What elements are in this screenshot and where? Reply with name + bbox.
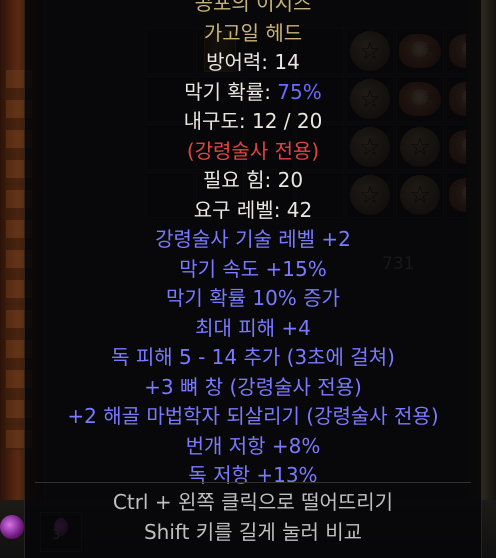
mana-orb-icon xyxy=(0,515,24,539)
block-chance-label: 막기 확률: xyxy=(184,79,271,104)
item-mod: +2 해골 마법학자 되살리기 (강령술사 전용) xyxy=(67,404,439,428)
drop-hint: Ctrl + 왼쪽 클릭으로 떨어뜨리기 xyxy=(112,490,394,514)
required-level: 요구 레벨: 42 xyxy=(193,197,313,222)
block-chance-line: 막기 확률: 75% xyxy=(25,78,481,108)
item-mod: +3 뼈 창 (강령술사 전용) xyxy=(144,374,362,399)
tooltip-hints: Ctrl + 왼쪽 클릭으로 떨어뜨리기 Shift 키를 길게 눌러 비교 xyxy=(25,488,481,547)
item-mod: 독 저항 +13% xyxy=(188,463,318,487)
defense-label: 방어력: xyxy=(206,50,269,74)
item-mod: 강령술사 기술 레벨 +2 xyxy=(155,227,351,251)
defense-line: 방어력: 14 xyxy=(25,48,481,78)
item-mod: 번개 저항 +8% xyxy=(185,433,321,458)
item-mod: 막기 확률 10% 증가 xyxy=(166,286,340,310)
required-strength: 필요 힘: 20 xyxy=(202,168,304,192)
durability-line: 내구도: 12 / 20 xyxy=(25,107,481,137)
durability-value: 12 / 20 xyxy=(251,109,323,133)
tooltip-body: 공포의 이지즈 가고일 헤드 방어력: 14 막기 확률: 75% 내구도: 1… xyxy=(25,0,481,491)
item-name: 공포의 이지즈 xyxy=(194,0,312,15)
defense-value: 14 xyxy=(274,50,300,74)
block-chance-value: 75% xyxy=(277,79,322,104)
class-restriction: (강령술사 전용) xyxy=(186,138,320,163)
item-mod: 최대 피해 +4 xyxy=(195,315,311,340)
item-mod: 독 피해 5 - 14 추가 (3초에 걸쳐) xyxy=(111,345,395,369)
item-mod: 막기 속도 +15% xyxy=(179,256,327,281)
item-base-type: 가고일 헤드 xyxy=(203,20,303,45)
item-tooltip: 공포의 이지즈 가고일 헤드 방어력: 14 막기 확률: 75% 내구도: 1… xyxy=(24,0,482,558)
durability-label: 내구도: xyxy=(183,109,246,133)
compare-hint: Shift 키를 길게 눌러 비교 xyxy=(143,519,363,544)
tooltip-divider xyxy=(35,482,471,483)
